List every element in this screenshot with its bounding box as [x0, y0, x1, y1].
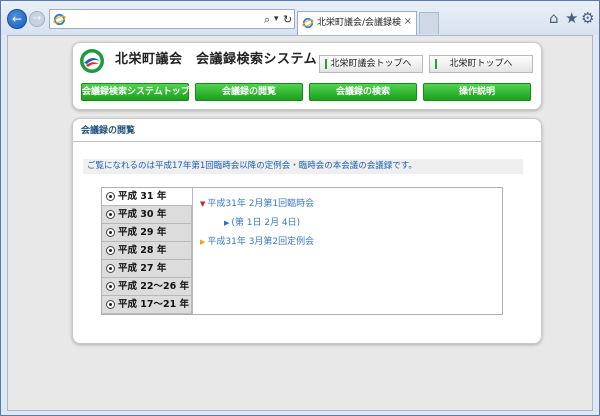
browser-window: ← → ⌕ ▾ ↻ 北栄町議会/会議録検索シ... × ⌂ ★ ⚙: [0, 0, 600, 416]
session-label: 平成31年 3月第2回定例会: [207, 237, 315, 247]
new-tab-button[interactable]: [419, 12, 439, 34]
favorites-star-icon[interactable]: ★: [565, 10, 578, 26]
tab-title: 北栄町議会/会議録検索シ...: [317, 18, 401, 28]
back-arrow-icon: ←: [11, 12, 23, 26]
site-title: 北栄町議会 会議録検索システム: [115, 52, 318, 67]
nav-browse-minutes[interactable]: 会議録の閲覧: [195, 83, 303, 101]
notice-bar: ご覧になれるのは平成17年第1回臨時会以降の定例会・臨時会の本会議の会議録です。: [83, 159, 523, 174]
nav-instructions[interactable]: 操作説明: [423, 83, 531, 101]
close-tab-icon[interactable]: ×: [404, 16, 412, 28]
radio-icon: [106, 192, 115, 201]
year-tab-h29[interactable]: 平成 29 年: [102, 224, 192, 242]
town-logo-icon: [80, 49, 104, 73]
town-top-link[interactable]: 北栄町トップへ: [429, 55, 533, 73]
radio-icon: [106, 282, 115, 291]
session-link-h31-2nd-regular[interactable]: ▶ 平成31年 3月第2回定例会: [200, 236, 314, 248]
refresh-icon[interactable]: ↻: [283, 13, 292, 26]
session-day-link[interactable]: ▶ (第 1日 2月 4日): [224, 217, 300, 229]
year-tab-h30[interactable]: 平成 30 年: [102, 206, 192, 224]
year-label: 平成 27 年: [118, 263, 167, 274]
year-label: 平成 29 年: [118, 227, 167, 238]
year-tab-h28[interactable]: 平成 28 年: [102, 242, 192, 260]
address-dropdown-icon[interactable]: ▾: [274, 13, 279, 26]
expanded-arrow-icon: ▼: [200, 200, 206, 208]
radio-icon: [106, 246, 115, 255]
settings-gear-icon[interactable]: ⚙: [581, 10, 594, 26]
ie-logo-icon: [302, 17, 314, 29]
browser-tab[interactable]: 北栄町議会/会議録検索シ... ×: [297, 11, 417, 35]
search-icon[interactable]: ⌕: [264, 13, 270, 26]
session-link-h31-1st-extra[interactable]: ▼ 平成31年 2月第1回臨時会: [200, 198, 314, 210]
radio-icon: [106, 210, 115, 219]
home-icon[interactable]: ⌂: [549, 10, 559, 26]
radio-icon: [106, 228, 115, 237]
content-panel: 会議録の閲覧 ご覧になれるのは平成17年第1回臨時会以降の定例会・臨時会の本会議…: [72, 118, 542, 344]
year-selector: 平成 31 年 平成 30 年 平成 29 年 平成 28 年 平成 27 年: [101, 187, 503, 315]
council-top-link[interactable]: 北栄町議会トップへ: [319, 55, 423, 73]
year-tab-h22-26[interactable]: 平成 22～26 年: [102, 278, 192, 296]
day-arrow-icon: ▶: [224, 219, 230, 227]
radio-icon: [106, 300, 115, 309]
year-label: 平成 30 年: [118, 209, 167, 220]
ie-logo-icon: [53, 13, 66, 26]
section-divider: [73, 141, 541, 142]
section-title: 会議録の閲覧: [81, 126, 136, 136]
collapsed-arrow-icon: ▶: [200, 238, 206, 246]
year-tabs-divider: [192, 188, 193, 314]
radio-icon: [106, 264, 115, 273]
nav-search-system-top[interactable]: 会議録検索システムトップ: [81, 83, 190, 101]
session-day-label: (第 1日 2月 4日): [231, 218, 301, 228]
nav-search-minutes[interactable]: 会議録の検索: [309, 83, 417, 101]
forward-button[interactable]: →: [29, 11, 45, 27]
year-label: 平成 28 年: [118, 245, 167, 256]
page-viewport: 北栄町議会 会議録検索システム 北栄町議会トップへ 北栄町トップへ 会議録検索シ…: [7, 35, 593, 411]
browser-toolbar: ← → ⌕ ▾ ↻ 北栄町議会/会議録検索シ... × ⌂ ★ ⚙: [1, 1, 599, 35]
year-label: 平成 22～26 年: [118, 281, 190, 292]
year-tab-h17-21[interactable]: 平成 17～21 年: [102, 296, 192, 314]
back-button[interactable]: ←: [7, 9, 27, 29]
year-tab-h27[interactable]: 平成 27 年: [102, 260, 192, 278]
session-label: 平成31年 2月第1回臨時会: [207, 199, 315, 209]
notice-text: ご覧になれるのは平成17年第1回臨時会以降の定例会・臨時会の本会議の会議録です。: [87, 161, 417, 171]
header-panel: 北栄町議会 会議録検索システム 北栄町議会トップへ 北栄町トップへ 会議録検索シ…: [72, 42, 542, 110]
year-tab-h31[interactable]: 平成 31 年: [102, 188, 192, 206]
year-label: 平成 17～21 年: [118, 299, 190, 310]
address-bar[interactable]: ⌕ ▾ ↻: [49, 9, 295, 29]
year-label: 平成 31 年: [118, 191, 167, 202]
forward-arrow-icon: →: [32, 13, 42, 24]
